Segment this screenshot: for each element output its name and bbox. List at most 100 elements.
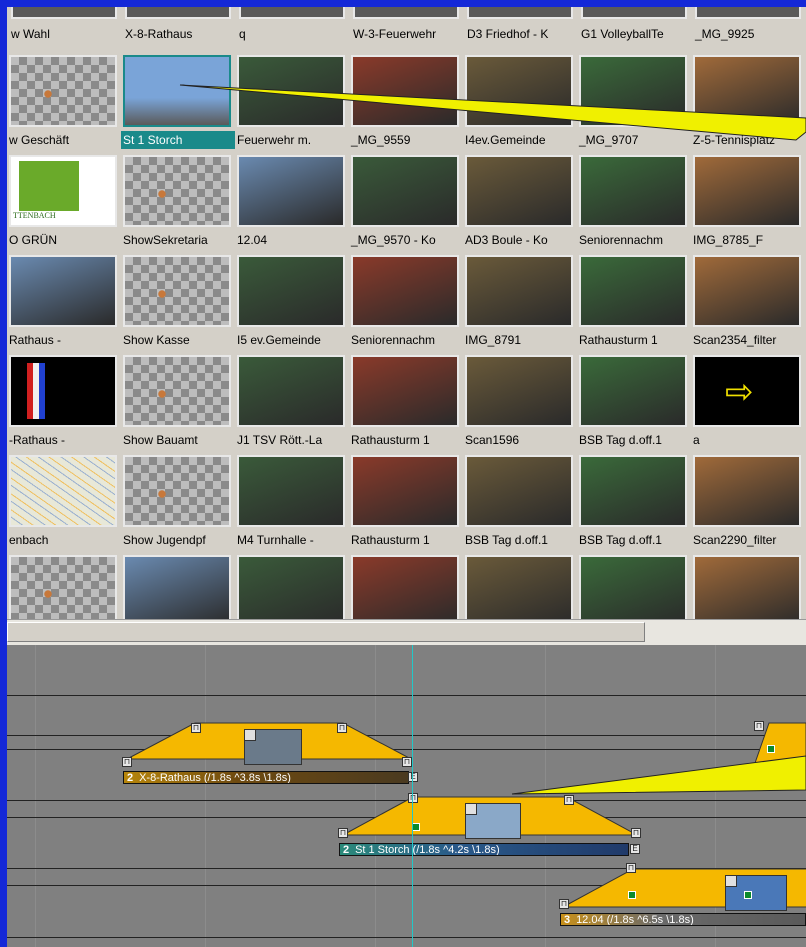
- media-item-label[interactable]: Rathausturm 1: [349, 431, 463, 449]
- media-item-thumbnail[interactable]: [237, 555, 345, 619]
- media-item-thumbnail[interactable]: [465, 555, 573, 619]
- media-item[interactable]: [235, 555, 349, 619]
- media-item-thumbnail[interactable]: [237, 255, 345, 327]
- fade-in-handle-icon[interactable]: ⊓: [626, 863, 636, 873]
- clip-bar-3[interactable]: 3 12.04 (/1.8s ^6.5s \1.8s): [560, 913, 806, 926]
- media-item-thumbnail[interactable]: [465, 155, 573, 227]
- media-item-label[interactable]: Show Kasse: [121, 331, 235, 349]
- media-item[interactable]: Seniorennachm: [349, 255, 463, 351]
- media-item-label[interactable]: Scan2354_filter: [691, 331, 805, 349]
- media-item[interactable]: Scan2354_filter: [691, 255, 805, 351]
- media-item[interactable]: _MG_9707: [577, 55, 691, 151]
- media-item-label[interactable]: _MG_9570 - Ko: [349, 231, 463, 249]
- clip-thumbnail-handle[interactable]: [466, 804, 477, 815]
- media-item-thumbnail[interactable]: [693, 555, 801, 619]
- media-item-label[interactable]: _MG_9559: [349, 131, 463, 149]
- media-item-label[interactable]: Show Bauamt: [121, 431, 235, 449]
- media-item[interactable]: Rathausturm 1: [349, 455, 463, 551]
- media-item-thumbnail[interactable]: [237, 355, 345, 427]
- media-item[interactable]: I5 ev.Gemeinde: [235, 255, 349, 351]
- media-item[interactable]: M4 Turnhalle -: [235, 455, 349, 551]
- media-item[interactable]: [691, 555, 805, 619]
- media-item-label[interactable]: I4ev.Gemeinde: [463, 131, 577, 149]
- media-item-thumbnail[interactable]: [239, 7, 345, 19]
- media-item-thumbnail[interactable]: [237, 455, 345, 527]
- media-item[interactable]: [7, 555, 121, 619]
- media-item[interactable]: ShowSekretaria: [121, 155, 235, 251]
- media-item-thumbnail[interactable]: [467, 7, 573, 19]
- media-item-thumbnail[interactable]: [9, 455, 117, 527]
- media-item-label[interactable]: Rathaus -: [7, 331, 121, 349]
- media-item-label[interactable]: w Wahl: [9, 25, 123, 43]
- media-item[interactable]: TTENBACH O GRÜN: [7, 155, 121, 251]
- media-item-label[interactable]: Rathausturm 1: [577, 331, 691, 349]
- media-item[interactable]: IMG_8791: [463, 255, 577, 351]
- keyframe-marker-icon[interactable]: [628, 891, 636, 899]
- media-item-label[interactable]: _MG_9925: [693, 25, 806, 43]
- media-item-label[interactable]: -Rathaus -: [7, 431, 121, 449]
- media-item-thumbnail[interactable]: [465, 55, 573, 127]
- media-item-label[interactable]: O GRÜN: [7, 231, 121, 249]
- clip-bar-1[interactable]: 2 X-8-Rathaus (/1.8s ^3.8s \1.8s): [123, 771, 409, 784]
- media-item-thumbnail[interactable]: ⇨: [693, 355, 801, 427]
- media-item-thumbnail[interactable]: [237, 55, 345, 127]
- media-item[interactable]: Z-5-Tennisplatz: [691, 55, 805, 151]
- media-item-thumbnail[interactable]: [579, 55, 687, 127]
- clip-thumbnail-handle[interactable]: [245, 730, 256, 741]
- media-item[interactable]: [349, 555, 463, 619]
- media-item[interactable]: Scan2290_filter: [691, 455, 805, 551]
- media-item-thumbnail[interactable]: [693, 255, 801, 327]
- media-item[interactable]: -Rathaus -: [7, 355, 121, 451]
- media-item-label[interactable]: D3 Friedhof - K: [465, 25, 579, 43]
- keyframe-marker-icon[interactable]: [767, 745, 775, 753]
- media-item[interactable]: I4ev.Gemeinde: [463, 55, 577, 151]
- clip-start-handle-icon[interactable]: ⊓: [338, 828, 348, 838]
- media-item[interactable]: enbach: [7, 455, 121, 551]
- media-item-label[interactable]: a: [691, 431, 805, 449]
- media-item[interactable]: Show Jugendpf: [121, 455, 235, 551]
- media-item[interactable]: St 1 Storch: [121, 55, 235, 151]
- media-item[interactable]: AD3 Boule - Ko: [463, 155, 577, 251]
- media-item-label[interactable]: IMG_8791: [463, 331, 577, 349]
- media-item-thumbnail[interactable]: [125, 7, 231, 19]
- media-item[interactable]: Seniorennachm: [577, 155, 691, 251]
- media-item[interactable]: Rathaus -: [7, 255, 121, 351]
- media-item[interactable]: Rathausturm 1: [577, 255, 691, 351]
- media-item-thumbnail[interactable]: [581, 7, 687, 19]
- media-item-thumbnail[interactable]: [123, 355, 231, 427]
- clip-thumbnail-handle[interactable]: [726, 876, 737, 887]
- fade-in-handle-icon[interactable]: ⊓: [408, 793, 418, 803]
- media-item-thumbnail[interactable]: [123, 555, 231, 619]
- media-item-thumbnail[interactable]: [353, 7, 459, 19]
- media-item[interactable]: _MG_9570 - Ko: [349, 155, 463, 251]
- media-item-label[interactable]: X-8-Rathaus: [123, 25, 237, 43]
- media-item[interactable]: BSB Tag d.off.1: [577, 455, 691, 551]
- media-item-thumbnail[interactable]: [579, 455, 687, 527]
- keyframe-marker-icon[interactable]: [744, 891, 752, 899]
- media-item-thumbnail[interactable]: TTENBACH: [9, 155, 117, 227]
- media-item-thumbnail[interactable]: [465, 355, 573, 427]
- media-item-label[interactable]: W-3-Feuerwehr: [351, 25, 465, 43]
- media-item-thumbnail[interactable]: [579, 255, 687, 327]
- media-item-label[interactable]: M4 Turnhalle -: [235, 531, 349, 549]
- media-item-thumbnail[interactable]: [465, 455, 573, 527]
- media-item-thumbnail[interactable]: [579, 555, 687, 619]
- media-item[interactable]: BSB Tag d.off.1: [463, 455, 577, 551]
- clip-end-marker[interactable]: E: [408, 772, 418, 782]
- media-item[interactable]: _MG_9559: [349, 55, 463, 151]
- media-item-thumbnail[interactable]: [465, 255, 573, 327]
- media-item-thumbnail[interactable]: [695, 7, 801, 19]
- media-item-label[interactable]: Seniorennachm: [349, 331, 463, 349]
- media-item-label[interactable]: BSB Tag d.off.1: [577, 431, 691, 449]
- media-item-label[interactable]: q: [237, 25, 351, 43]
- media-item-thumbnail[interactable]: [123, 255, 231, 327]
- media-item-thumbnail[interactable]: [693, 55, 801, 127]
- media-item-thumbnail[interactable]: [351, 255, 459, 327]
- media-item-thumbnail[interactable]: [351, 55, 459, 127]
- media-item-label[interactable]: 12.04: [235, 231, 349, 249]
- clip-start-handle-icon[interactable]: ⊓: [122, 757, 132, 767]
- media-item-thumbnail[interactable]: [237, 155, 345, 227]
- media-item-thumbnail[interactable]: [9, 555, 117, 619]
- media-item-label[interactable]: ShowSekretaria: [121, 231, 235, 249]
- media-item-thumbnail[interactable]: [123, 55, 231, 127]
